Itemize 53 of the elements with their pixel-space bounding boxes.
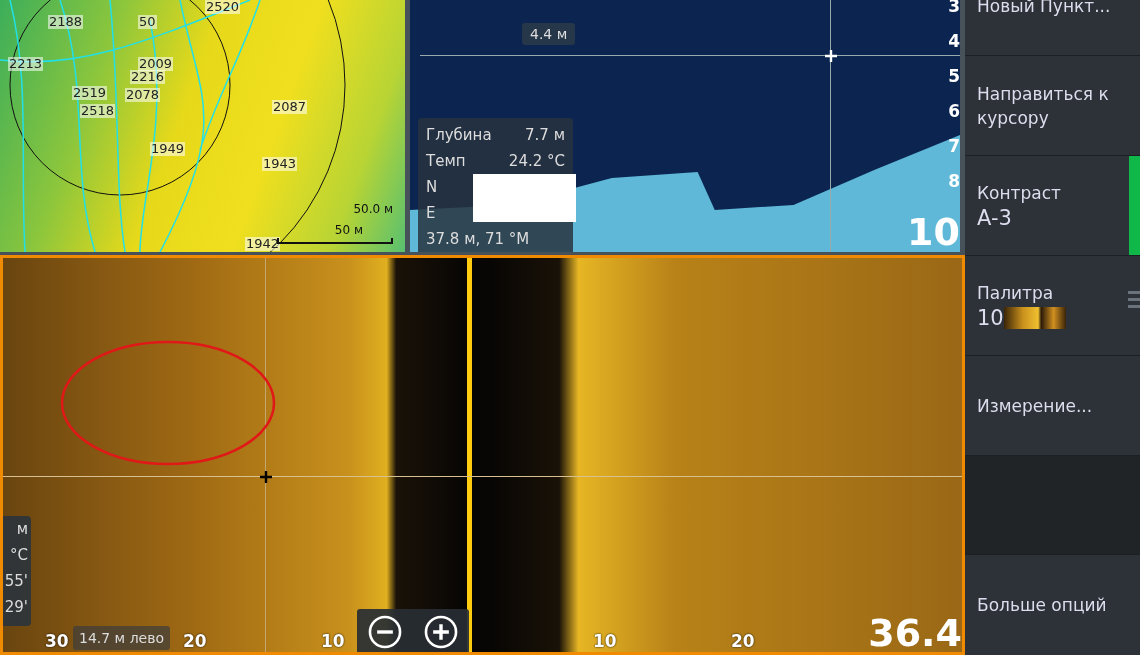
menu-item[interactable]: Больше опций	[965, 555, 1140, 655]
cursor-depth-label: 4.4 м	[522, 23, 576, 45]
range-readout: 36.4	[868, 612, 962, 652]
range-scale-label: 20	[183, 632, 207, 650]
depth-scale-label: 3	[948, 0, 960, 16]
data-label: Темп	[426, 151, 466, 172]
data-label: N	[426, 177, 438, 198]
waypoint-label: 2519	[72, 86, 108, 100]
waypoint-label: 1943	[262, 157, 298, 171]
range-scale-label: 10	[593, 632, 617, 650]
menu-item[interactable]: Направиться к курсору	[965, 56, 1140, 156]
waypoint-label: 2518	[80, 104, 116, 118]
scale-label: 50 м	[334, 223, 363, 237]
data-label: Глубина	[426, 125, 492, 146]
waypoint-label: 2009	[138, 57, 174, 71]
waypoint-label: 1942	[245, 237, 281, 251]
cursor-distance-label: 14.7 м лево	[73, 626, 170, 650]
menu-item[interactable]: Палитра 10	[965, 256, 1140, 356]
depth-range: 10	[907, 212, 960, 252]
data-value: 24.2 °C	[508, 151, 565, 172]
depth-scale-label: 6	[948, 101, 960, 121]
waypoint-label: 2087	[272, 100, 308, 114]
waypoint-label: 2078	[125, 88, 161, 102]
menu-item[interactable]: Новый Пункт...	[965, 0, 1140, 56]
data-value: °C	[10, 545, 28, 566]
depth-scale-label: 7	[948, 136, 960, 156]
waypoint-label: 50	[138, 15, 157, 29]
depth-scale-label: 8	[948, 171, 960, 191]
data-value: 7.7 м	[525, 125, 565, 146]
zoom-in-button[interactable]	[423, 614, 459, 650]
crosshair-icon	[824, 49, 838, 63]
data-value: м	[16, 519, 28, 540]
range-scale-label: 20	[731, 632, 755, 650]
waypoint-label: 2520	[205, 0, 241, 14]
range-scale-label: 30	[45, 632, 69, 650]
palette-swatch	[1003, 306, 1066, 329]
waypoint-label: 2213	[8, 57, 44, 71]
chart-map[interactable]: 2520 2188 50 2213 2009 2216 2519 2078 2518 2087 1949 1943 1942 50.0 м 50 м	[0, 0, 405, 252]
menu-item[interactable]: Контраст A-3	[965, 156, 1140, 256]
depth-scale-label: 5	[948, 66, 960, 86]
data-value: 29'	[4, 597, 28, 618]
depth-scale-label: 4	[948, 31, 960, 51]
waypoint-label: 2216	[130, 70, 166, 84]
range-scale-label: 10	[321, 632, 345, 650]
data-value: 55'	[4, 571, 28, 592]
crosshair-icon	[259, 470, 273, 484]
waypoint-label: 1949	[150, 142, 186, 156]
range-ring-label: 50.0 м	[353, 202, 393, 216]
position-readout: 37.8 м, 71 °M	[426, 229, 531, 250]
waypoint-label: 2188	[48, 15, 84, 29]
data-label: E	[426, 203, 436, 224]
drag-handle-icon	[1128, 291, 1140, 311]
zoom-out-button[interactable]	[367, 614, 403, 650]
